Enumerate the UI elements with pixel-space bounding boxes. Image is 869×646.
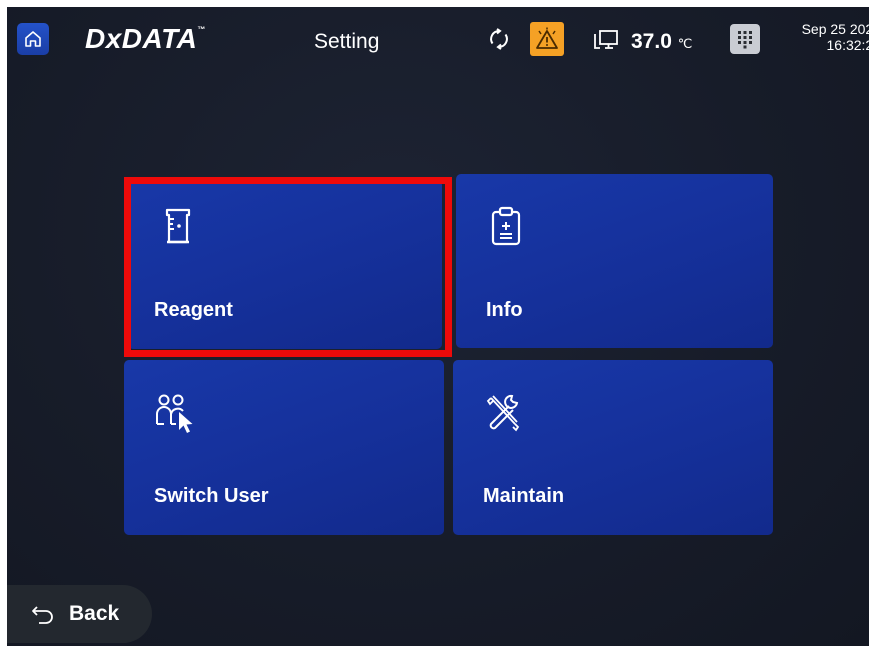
datetime: Sep 25 2023 16:32:21 — [771, 21, 869, 53]
alarm-button[interactable] — [530, 22, 564, 56]
reagent-bottle-icon — [165, 208, 191, 244]
back-button[interactable]: Back — [7, 585, 152, 643]
time-text: 16:32:21 — [826, 37, 869, 53]
reagent-label: Reagent — [154, 299, 233, 321]
warning-icon — [536, 27, 558, 49]
keypad-button[interactable] — [730, 24, 760, 54]
back-arrow-icon — [32, 606, 53, 624]
clipboard-icon — [491, 206, 521, 246]
keypad-icon — [738, 31, 752, 49]
home-icon — [25, 31, 41, 47]
monitor-icon[interactable] — [593, 28, 619, 52]
reagent-tile[interactable]: Reagent — [128, 180, 442, 349]
switch-user-label: Switch User — [154, 485, 269, 507]
top-bar: DxDATA™ Setting 37.0 ℃ Sep 25 20 16:32: — [7, 7, 869, 77]
page-title: Setting — [314, 30, 380, 53]
temperature-value: 37.0 — [631, 30, 672, 53]
screen: DxDATA™ Setting 37.0 ℃ Sep 25 20 16:32: … — [7, 7, 869, 646]
temperature-readout: 37.0 ℃ — [631, 30, 692, 54]
switch-user-tile[interactable]: Switch User — [124, 360, 444, 535]
brand-trademark: ™ — [197, 25, 206, 34]
info-tile[interactable]: Info — [456, 174, 773, 348]
date-text: Sep 25 2023 — [801, 21, 869, 37]
tools-icon — [486, 394, 520, 432]
sync-icon[interactable] — [488, 28, 510, 50]
home-button[interactable] — [17, 23, 49, 55]
info-label: Info — [486, 299, 523, 321]
maintain-tile[interactable]: Maintain — [453, 360, 773, 535]
brand-logo: DxDATA™ — [85, 23, 206, 55]
brand-name: DxDATA — [85, 23, 198, 54]
maintain-label: Maintain — [483, 485, 565, 507]
temperature-unit: ℃ — [677, 36, 693, 51]
switch-user-icon — [156, 394, 193, 433]
back-label: Back — [69, 602, 120, 625]
